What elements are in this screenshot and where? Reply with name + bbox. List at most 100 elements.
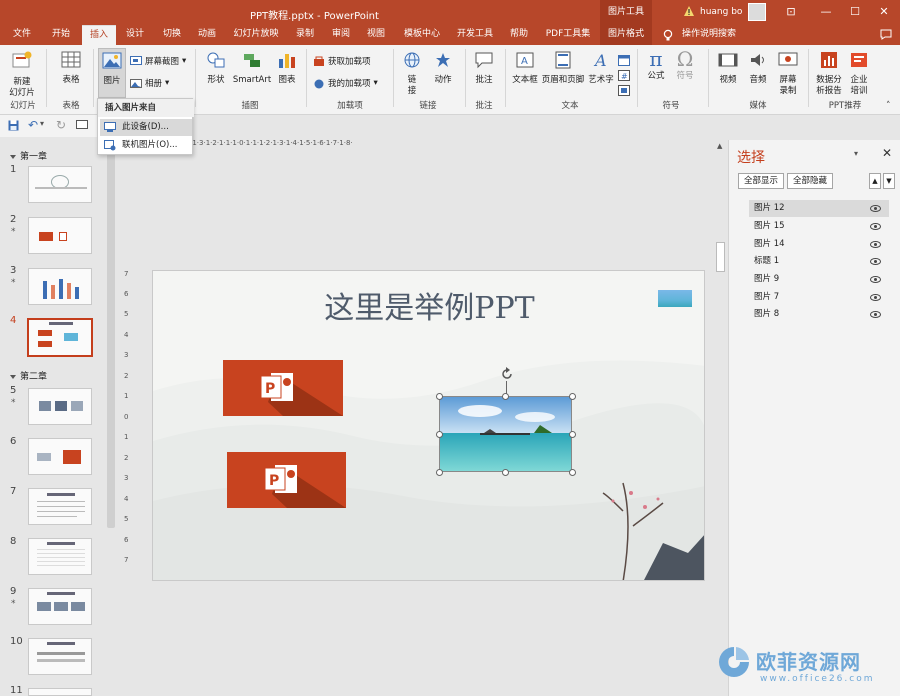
- slide-canvas[interactable]: 这里是举例PPT P P: [152, 270, 705, 581]
- selection-item[interactable]: 图片 7: [749, 289, 889, 306]
- header-footer-button[interactable]: 页眉和页脚: [541, 51, 585, 86]
- slide-thumbnail-1[interactable]: [28, 166, 92, 203]
- tab-home[interactable]: 开始: [46, 25, 76, 45]
- tab-insert[interactable]: 插入: [82, 25, 116, 45]
- maximize-button[interactable]: ☐: [847, 5, 863, 19]
- slide-number-icon[interactable]: #: [618, 70, 630, 81]
- date-time-icon[interactable]: [618, 55, 630, 66]
- tab-help[interactable]: 帮助: [504, 25, 534, 45]
- symbol-button[interactable]: Ω 符号: [672, 49, 698, 82]
- table-button[interactable]: 表格: [55, 51, 87, 86]
- resize-handle[interactable]: [502, 393, 509, 400]
- eye-icon[interactable]: [870, 276, 881, 283]
- smartart-button[interactable]: SmartArt: [232, 51, 272, 86]
- section-header-1[interactable]: 第一章: [10, 149, 47, 162]
- eye-icon[interactable]: [870, 223, 881, 230]
- slide-thumbnail-10[interactable]: [28, 638, 92, 675]
- tab-slideshow[interactable]: 幻灯片放映: [228, 25, 284, 45]
- get-addins-button[interactable]: 获取加载项: [313, 55, 371, 67]
- eye-icon[interactable]: [870, 294, 881, 301]
- eye-icon[interactable]: [870, 311, 881, 318]
- comments-icon[interactable]: [880, 29, 892, 40]
- slide-pane-scrollbar[interactable]: [107, 148, 115, 528]
- selection-item[interactable]: 标题 1: [749, 253, 889, 270]
- from-this-device-item[interactable]: 此设备(D)...: [100, 119, 192, 136]
- slide-thumbnail-5[interactable]: [28, 388, 92, 425]
- tab-transitions[interactable]: 切换: [157, 25, 187, 45]
- slide-thumbnail-8[interactable]: [28, 538, 92, 575]
- send-backward-icon[interactable]: ▼: [883, 173, 895, 189]
- minimize-button[interactable]: —: [818, 5, 834, 19]
- link-button[interactable]: 链 接: [400, 51, 424, 97]
- beach-picture-selected[interactable]: [439, 396, 572, 472]
- avatar[interactable]: [748, 3, 766, 21]
- slide-title[interactable]: 这里是举例PPT: [153, 283, 704, 327]
- tab-review[interactable]: 审阅: [326, 25, 356, 45]
- ribbon-display-options-icon[interactable]: ⊡: [783, 5, 799, 19]
- redo-icon[interactable]: ↻: [56, 118, 66, 132]
- ppt-logo-picture-1[interactable]: P: [223, 360, 343, 416]
- my-addins-button[interactable]: 我的加载项 ▾: [313, 77, 378, 89]
- slide-thumbnail-9[interactable]: [28, 588, 92, 625]
- ppt-logo-picture-2[interactable]: P: [227, 452, 346, 508]
- textbox-button[interactable]: A 文本框: [510, 51, 540, 86]
- selection-item[interactable]: 图片 15: [749, 218, 889, 235]
- resize-handle[interactable]: [569, 431, 576, 438]
- audio-button[interactable]: 音频: [745, 51, 771, 86]
- comment-button[interactable]: 批注: [470, 51, 498, 86]
- close-button[interactable]: ✕: [876, 5, 892, 19]
- collapse-ribbon-icon[interactable]: ˄: [886, 101, 891, 111]
- eye-icon[interactable]: [870, 205, 881, 212]
- eye-icon[interactable]: [870, 258, 881, 265]
- tab-template-center[interactable]: 模板中心: [399, 25, 445, 45]
- show-all-button[interactable]: 全部显示: [738, 173, 785, 189]
- pane-options-chevron-icon[interactable]: ▾: [854, 149, 858, 158]
- scroll-up-icon[interactable]: ▲: [717, 142, 722, 150]
- user-name[interactable]: huang bo: [700, 7, 742, 17]
- eye-icon[interactable]: [870, 241, 881, 248]
- tab-animations[interactable]: 动画: [192, 25, 222, 45]
- tab-picture-format[interactable]: 图片格式: [600, 25, 652, 45]
- chevron-down-icon[interactable]: ▾: [40, 119, 44, 128]
- selection-item[interactable]: 图片 9: [749, 271, 889, 288]
- resize-handle[interactable]: [569, 393, 576, 400]
- bring-forward-icon[interactable]: ▲: [869, 173, 881, 189]
- tell-me-search[interactable]: 操作说明搜索: [680, 25, 738, 45]
- slide-thumbnail-3[interactable]: [28, 268, 92, 305]
- object-icon[interactable]: [618, 85, 630, 96]
- slide-thumbnail-2[interactable]: [28, 217, 92, 254]
- album-button[interactable]: 相册 ▾: [130, 77, 169, 89]
- tab-view[interactable]: 视图: [361, 25, 391, 45]
- rotate-handle-icon[interactable]: [499, 366, 515, 382]
- selection-item[interactable]: 图片 12: [749, 200, 889, 217]
- resize-handle[interactable]: [502, 469, 509, 476]
- save-icon[interactable]: [8, 120, 19, 131]
- video-button[interactable]: 视频: [714, 51, 742, 86]
- tab-record[interactable]: 录制: [290, 25, 320, 45]
- tab-pdf-tools[interactable]: PDF工具集: [540, 25, 596, 45]
- data-report-button[interactable]: 数据分 析报告: [812, 51, 846, 97]
- section-header-2[interactable]: 第二章: [10, 369, 47, 382]
- screen-record-button[interactable]: 屏幕 录制: [775, 51, 801, 97]
- online-pictures-item[interactable]: 联机图片(O)...: [100, 137, 192, 154]
- warning-icon[interactable]: [683, 5, 695, 17]
- close-pane-icon[interactable]: ✕: [882, 146, 892, 160]
- shapes-button[interactable]: 形状: [201, 51, 231, 86]
- resize-handle[interactable]: [436, 469, 443, 476]
- resize-handle[interactable]: [436, 393, 443, 400]
- slide-thumbnail-11[interactable]: [28, 688, 92, 696]
- editor-scrollbar[interactable]: ▲: [714, 140, 728, 696]
- slide-thumbnail-4[interactable]: [27, 318, 93, 357]
- selection-item[interactable]: 图片 14: [749, 236, 889, 253]
- formula-button[interactable]: π 公式: [643, 49, 669, 82]
- selection-item[interactable]: 图片 8: [749, 306, 889, 323]
- tab-file[interactable]: 文件: [6, 25, 38, 45]
- undo-icon[interactable]: ↶: [28, 118, 38, 132]
- slide-thumbnail-7[interactable]: [28, 488, 92, 525]
- action-button[interactable]: 动作: [430, 51, 456, 86]
- picture-button[interactable]: 图片: [98, 48, 126, 98]
- tab-developer[interactable]: 开发工具: [452, 25, 498, 45]
- screenshot-button[interactable]: 屏幕截图 ▾: [130, 55, 186, 67]
- hide-all-button[interactable]: 全部隐藏: [787, 173, 834, 189]
- tab-design[interactable]: 设计: [120, 25, 150, 45]
